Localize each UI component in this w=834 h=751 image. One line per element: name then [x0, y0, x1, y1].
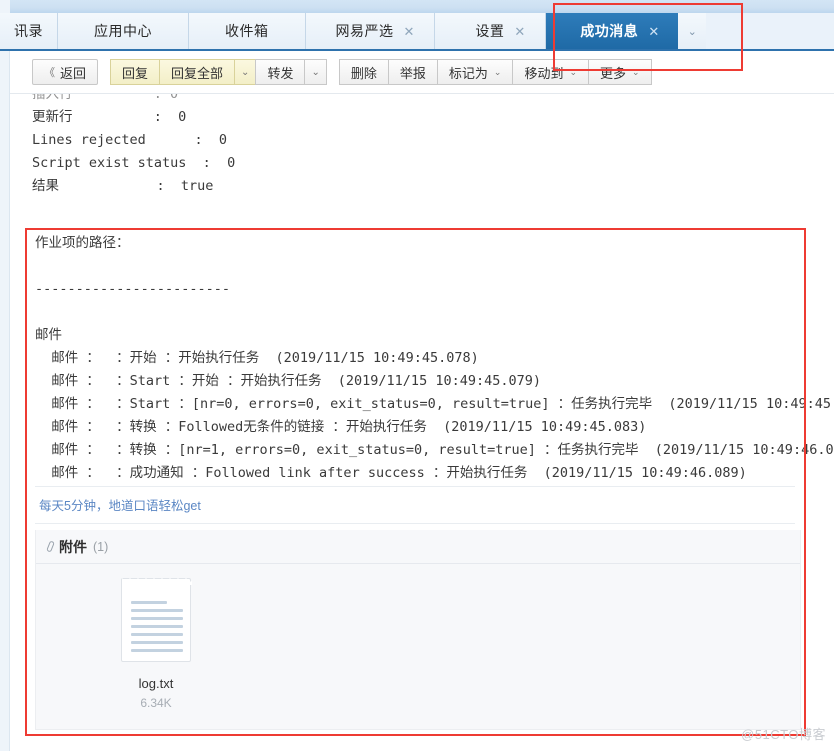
chevron-down-icon: ⌄ — [493, 66, 502, 77]
chevron-down-icon: ⌄ — [569, 66, 577, 77]
more-button[interactable]: 更多 ⌄ — [588, 59, 652, 85]
move-to-button-label: 移动到 — [524, 65, 564, 81]
attachment-file-name: log.txt — [138, 676, 174, 691]
attachment-header: 附件 (1) — [36, 530, 800, 564]
annotated-content-block: 作业项的路径： ------------------------ 邮件 邮件 ：… — [25, 228, 834, 736]
reply-button[interactable]: 回复 — [110, 59, 160, 85]
forward-button-label: 转发 — [267, 65, 294, 81]
mail-client-window: 讯录 应用中心 收件箱 网易严选 ✕ 设置 ✕ 成功消息 ✕ ⌄ 《 返回 回复… — [0, 0, 834, 751]
tab-label: 成功消息 — [580, 23, 639, 39]
reply-button-label: 回复 — [122, 65, 149, 81]
double-left-arrow-icon: 《 — [44, 67, 55, 79]
job-entry-log: 作业项的路径： ------------------------ 邮件 邮件 ：… — [35, 232, 834, 485]
tab-label: 讯录 — [14, 23, 43, 39]
tab-overflow-button[interactable]: ⌄ — [678, 13, 707, 49]
move-to-button[interactable]: 移动到 ⌄ — [512, 59, 588, 85]
tab-label: 网易严选 — [335, 23, 394, 39]
tab-success-message[interactable]: 成功消息 ✕ — [546, 13, 679, 49]
content-block-inner: 作业项的路径： ------------------------ 邮件 邮件 ：… — [27, 230, 834, 734]
promo-link-row: 每天5分钟，地道口语轻松get — [35, 486, 795, 524]
reply-dropdown-button[interactable]: ⌄ — [234, 59, 256, 85]
reply-button-group: 回复 回复全部 ⌄ 转发 ⌄ — [110, 59, 327, 85]
file-icon-lines — [131, 601, 183, 657]
back-button-group: 《 返回 — [32, 59, 99, 85]
report-button[interactable]: 举报 — [387, 59, 437, 85]
attachment-panel: 附件 (1) log.txt 6.34K — [35, 530, 801, 730]
back-button-label: 返回 — [60, 65, 87, 81]
delete-button-label: 删除 — [350, 65, 377, 81]
summary-line-updated: 更新行 : 0 — [32, 109, 187, 125]
text-file-icon — [121, 578, 192, 662]
close-icon[interactable]: ✕ — [648, 25, 660, 38]
chevron-down-icon: ⌄ — [241, 66, 250, 78]
summary-line-result: 结果 : true — [32, 178, 214, 194]
report-button-label: 举报 — [399, 65, 426, 81]
chevron-down-icon: ⌄ — [632, 66, 640, 77]
message-body-scroll-area[interactable]: 插入行 : 0 更新行 : 0 Lines rejected : 0 Scrip… — [10, 94, 834, 751]
attachment-file-size: 6.34K — [140, 696, 172, 710]
script-result-summary: 插入行 : 0 更新行 : 0 Lines rejected : 0 Scrip… — [32, 94, 832, 198]
window-top-strip — [0, 0, 834, 13]
mark-as-button-label: 标记为 — [448, 65, 488, 81]
more-button-label: 更多 — [600, 65, 627, 81]
tab-yanxuan[interactable]: 网易严选 ✕ — [305, 13, 436, 49]
tab-label: 设置 — [475, 23, 505, 39]
tab-settings[interactable]: 设置 ✕ — [435, 13, 547, 49]
chevron-down-icon: ⌄ — [311, 66, 320, 78]
chevron-down-icon: ⌄ — [687, 25, 697, 38]
close-icon[interactable]: ✕ — [514, 25, 525, 38]
delete-button[interactable]: 删除 — [338, 59, 388, 85]
watermark: @51CTO博客 — [741, 727, 826, 742]
summary-line-exit-status: Script exist status : 0 — [32, 155, 236, 171]
forward-button[interactable]: 转发 — [255, 59, 305, 85]
tab-app-center[interactable]: 应用中心 — [58, 13, 189, 49]
tab-label: 应用中心 — [94, 23, 152, 39]
attachment-item[interactable]: log.txt 6.34K — [86, 578, 226, 710]
message-toolbar: 《 返回 回复 回复全部 ⌄ 转发 ⌄ 删除 举报 标记为 ⌄ 移动到 ⌄ 更多… — [0, 51, 834, 94]
job-log-text: 作业项的路径： ------------------------ 邮件 邮件 ：… — [35, 235, 834, 481]
attachment-title: 附件 — [59, 538, 87, 555]
notepad-teeth-line — [122, 584, 192, 585]
actions-button-group: 删除 举报 标记为 ⌄ 移动到 ⌄ 更多 ⌄ — [338, 59, 652, 85]
close-icon[interactable]: ✕ — [404, 25, 415, 38]
left-gutter — [0, 51, 10, 751]
summary-line-rejected: Lines rejected : 0 — [32, 132, 228, 148]
attachment-count: (1) — [93, 539, 109, 554]
back-button[interactable]: 《 返回 — [32, 59, 99, 85]
tab-bar: 讯录 应用中心 收件箱 网易严选 ✕ 设置 ✕ 成功消息 ✕ ⌄ — [0, 13, 834, 51]
forward-dropdown-button[interactable]: ⌄ — [304, 59, 327, 85]
mark-as-button[interactable]: 标记为 ⌄ — [436, 59, 513, 85]
paperclip-icon — [46, 540, 55, 553]
tab-contacts[interactable]: 讯录 — [0, 13, 58, 49]
tab-inbox[interactable]: 收件箱 — [189, 13, 306, 49]
top-strip-left-gutter — [0, 0, 10, 13]
reply-all-button[interactable]: 回复全部 — [159, 59, 235, 85]
clipped-top-line: 插入行 : 0 — [32, 94, 179, 102]
promo-link[interactable]: 每天5分钟，地道口语轻松get — [39, 499, 201, 513]
tab-label: 收件箱 — [225, 23, 269, 39]
reply-all-button-label: 回复全部 — [171, 65, 224, 81]
